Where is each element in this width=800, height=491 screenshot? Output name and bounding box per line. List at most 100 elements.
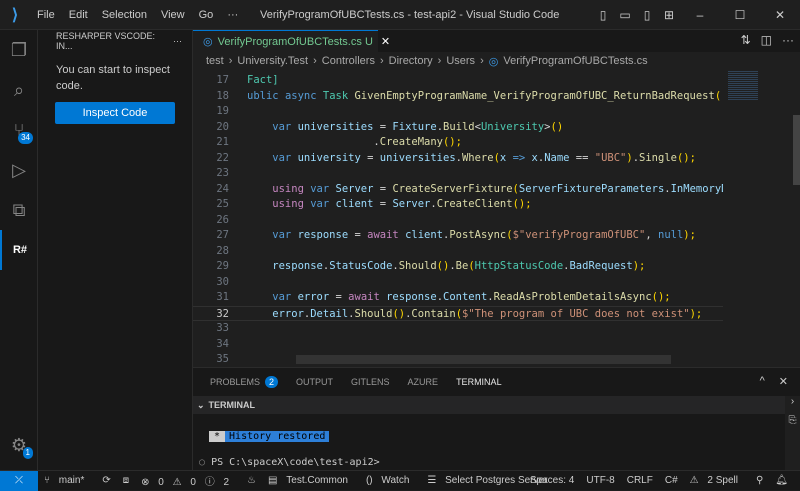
minimize-button[interactable]: –	[680, 8, 720, 22]
vscode-logo-icon: ⟩	[0, 0, 30, 30]
code-area[interactable]: 17Fact]18ublic async Task GivenEmptyProg…	[193, 73, 723, 363]
watch-button[interactable]: () Watch	[366, 475, 415, 486]
close-panel-icon[interactable]: ✕	[779, 375, 788, 388]
encoding-indicator[interactable]: UTF-8	[586, 475, 614, 486]
menu-selection[interactable]: Selection	[102, 9, 147, 21]
status-bar: ⤫ ⑂ main* ⟳ ⧈ ⊗ 0 ⚠ 0 ⓘ 2 ♨ ▤ Test.Commo…	[0, 470, 800, 490]
code-line[interactable]: 26	[193, 213, 723, 229]
code-token: Server	[392, 198, 430, 210]
open-changes-icon[interactable]: ⇅	[741, 33, 751, 47]
tab-label: VerifyProgramOfUBCTests.cs	[218, 36, 362, 48]
code-line[interactable]: 28	[193, 244, 723, 260]
code-line[interactable]: 29 response.StatusCode.Should().Be(HttpS…	[193, 259, 723, 275]
tab-problems[interactable]: PROBLEMS2	[210, 377, 278, 387]
line-number: 29	[193, 259, 229, 275]
tab-output[interactable]: OUTPUT	[296, 377, 333, 387]
branch-indicator[interactable]: ⑂ main*	[44, 475, 90, 486]
line-number: 31	[193, 290, 229, 306]
toggle-panel-icon[interactable]: ▭	[614, 8, 636, 22]
extension-icon[interactable]: ⧈	[123, 475, 129, 486]
code-token: ,	[645, 229, 658, 241]
settings-gear-icon[interactable]: ⚙1	[0, 425, 38, 465]
source-control-icon[interactable]: ⑂34	[0, 110, 38, 150]
indentation-indicator[interactable]: Spaces: 4	[530, 475, 574, 486]
eol-indicator[interactable]: CRLF	[627, 475, 653, 486]
tab-terminal[interactable]: TERMINAL	[456, 377, 502, 387]
sync-icon[interactable]: ⟳	[102, 475, 110, 486]
code-line[interactable]: 21 .CreateMany();	[193, 135, 723, 151]
line-number: 24	[193, 182, 229, 198]
code-line[interactable]: 17Fact]	[193, 73, 723, 89]
code-line[interactable]: 34	[193, 337, 723, 353]
settings-badge: 1	[23, 447, 33, 459]
terminal-icon[interactable]: ⎘	[785, 415, 800, 426]
vertical-scrollbar[interactable]	[793, 115, 800, 185]
toggle-sidebar-icon[interactable]: ▯	[592, 8, 614, 22]
crumb-users[interactable]: Users	[446, 55, 475, 67]
code-line[interactable]: 22 var university = universities.Where(x…	[193, 151, 723, 167]
problems-indicator[interactable]: ⊗ 0 ⚠ 0 ⓘ 2	[141, 473, 235, 488]
code-token: ublic	[247, 90, 285, 102]
code-line[interactable]: 30	[193, 275, 723, 291]
feedback-icon[interactable]: ⚲	[756, 475, 763, 486]
line-number: 33	[193, 321, 229, 337]
code-line[interactable]: 33	[193, 321, 723, 337]
tab-azure[interactable]: AZURE	[408, 377, 439, 387]
crumb-test[interactable]: test	[206, 55, 224, 67]
sidebar-message: You can start to inspect code.	[38, 52, 192, 94]
search-icon[interactable]: ⌕	[0, 70, 38, 110]
crumb-file[interactable]: VerifyProgramOfUBCTests.cs	[503, 55, 647, 67]
terminal-section-header[interactable]: ⌄TERMINAL	[193, 396, 785, 414]
more-actions-icon[interactable]: ···	[782, 33, 794, 47]
line-number: 28	[193, 244, 229, 260]
spell-indicator[interactable]: ⚠ 2 Spell	[690, 475, 744, 486]
code-token: .	[247, 136, 380, 148]
code-line[interactable]: 18ublic async Task GivenEmptyProgramName…	[193, 89, 723, 105]
horizontal-scrollbar[interactable]	[296, 355, 671, 364]
code-token: null	[658, 229, 683, 241]
menu-go[interactable]: Go	[199, 9, 214, 21]
code-token: ()	[392, 308, 405, 320]
flame-icon[interactable]: ♨	[247, 475, 256, 486]
code-token: =	[354, 229, 367, 241]
code-line[interactable]: 19	[193, 104, 723, 120]
maximize-panel-icon[interactable]: ^	[760, 375, 765, 388]
maximize-button[interactable]: ☐	[720, 8, 760, 22]
split-editor-icon[interactable]: ◫	[761, 33, 772, 47]
menu-edit[interactable]: Edit	[69, 9, 88, 21]
sidebar-more-button[interactable]: ···	[173, 36, 182, 46]
code-line[interactable]: 27 var response = await client.PostAsync…	[193, 228, 723, 244]
menu-more[interactable]: ···	[227, 9, 238, 21]
code-line[interactable]: 23	[193, 166, 723, 182]
resharper-icon[interactable]: R#	[0, 230, 38, 270]
menu-view[interactable]: View	[161, 9, 185, 21]
minimap[interactable]	[723, 70, 800, 367]
customize-layout-icon[interactable]: ⊞	[658, 8, 680, 22]
project-indicator[interactable]: ▤ Test.Common	[268, 475, 354, 486]
code-line[interactable]: 25 using var client = Server.CreateClien…	[193, 197, 723, 213]
code-line[interactable]: 20 var universities = Fixture.Build<Univ…	[193, 120, 723, 136]
resharper-sidebar: RESHARPER VSCODE: IN...··· You can start…	[38, 30, 193, 470]
inspect-code-button[interactable]: Inspect Code	[55, 102, 175, 124]
code-line[interactable]: 24 using var Server = CreateServerFixtur…	[193, 182, 723, 198]
close-window-button[interactable]: ✕	[760, 8, 800, 22]
extensions-icon[interactable]: ⧉	[0, 190, 38, 230]
tab-gitlens[interactable]: GITLENS	[351, 377, 390, 387]
crumb-controllers[interactable]: Controllers	[322, 55, 375, 67]
remote-icon[interactable]: ⤫	[0, 471, 38, 491]
close-tab-icon[interactable]: ✕	[381, 35, 390, 48]
crumb-university-test[interactable]: University.Test	[237, 55, 308, 67]
explorer-icon[interactable]: ❐	[0, 30, 38, 70]
chevron-right-icon[interactable]: ›	[785, 396, 800, 407]
code-token: response	[298, 229, 355, 241]
language-indicator[interactable]: C#	[665, 475, 678, 486]
run-debug-icon[interactable]: ▷	[0, 150, 38, 190]
terminal-output[interactable]: *History restored ○ PS C:\spaceX\code\te…	[193, 414, 800, 468]
code-line[interactable]: 31 var error = await response.Content.Re…	[193, 290, 723, 306]
code-line[interactable]: 32 error.Detail.Should().Contain($"The p…	[193, 306, 723, 322]
toggle-secondary-sidebar-icon[interactable]: ▯	[636, 8, 658, 22]
crumb-directory[interactable]: Directory	[389, 55, 433, 67]
tab-verify-program-tests[interactable]: ◎ VerifyProgramOfUBCTests.cs U ✕	[193, 30, 378, 52]
notifications-bell-icon[interactable]: 🔔︎	[775, 475, 788, 486]
menu-file[interactable]: File	[37, 9, 55, 21]
